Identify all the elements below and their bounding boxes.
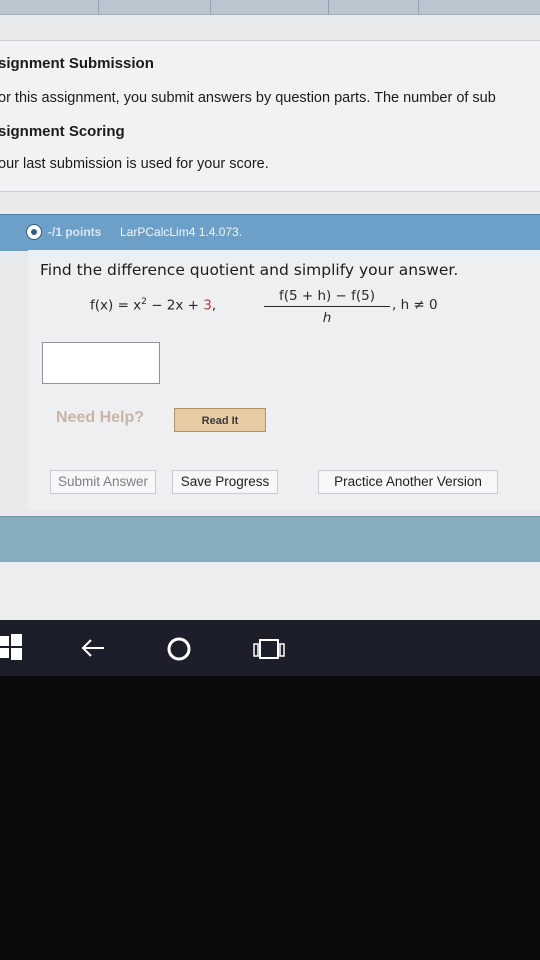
function-lhs: f(x) = x [90, 297, 142, 314]
question-body: Find the difference quotient and simplif… [28, 250, 540, 510]
need-help-label: Need Help? [56, 409, 145, 426]
fraction-denominator: h [322, 310, 332, 326]
tab-segment[interactable] [328, 0, 419, 14]
fraction-numerator: f(5 + h) − f(5) [264, 288, 390, 307]
question-source[interactable]: LarPCalcLim4 1.4.073. [120, 225, 242, 239]
assignment-info: signment Submission or this assignment, … [0, 40, 540, 192]
taskbar [0, 620, 540, 676]
submission-heading: signment Submission [0, 55, 154, 72]
h-condition: , h ≠ 0 [392, 297, 438, 313]
tab-segment[interactable] [210, 0, 329, 14]
submission-text: or this assignment, you submit answers b… [0, 90, 496, 106]
tab-segment[interactable] [98, 0, 211, 14]
scoring-text: our last submission is used for your sco… [0, 156, 269, 172]
practice-another-version-button[interactable]: Practice Another Version [318, 470, 498, 494]
function-middle: − 2x + [146, 297, 204, 314]
function-definition: f(x) = x2 − 2x + 3, [90, 297, 216, 314]
windows-start-icon[interactable] [0, 634, 22, 667]
task-view-icon[interactable] [252, 638, 286, 667]
save-progress-button[interactable]: Save Progress [172, 470, 278, 494]
cortana-circle-icon[interactable] [166, 636, 192, 667]
points-label: -/1 points [48, 225, 102, 239]
tab-segment[interactable] [0, 0, 99, 14]
question-footer-bar [0, 516, 540, 563]
submit-answer-button[interactable]: Submit Answer [50, 470, 156, 494]
question-header-bar: -/1 points LarPCalcLim4 1.4.073. [0, 214, 540, 251]
function-comma: , [211, 297, 217, 314]
question-bullet-icon [26, 224, 42, 240]
top-tab-strip [0, 0, 540, 15]
difference-quotient: f(5 + h) − f(5) h [264, 288, 390, 326]
answer-input[interactable] [42, 342, 160, 384]
scoring-heading: signment Scoring [0, 123, 125, 140]
page-bottom-area [0, 562, 540, 620]
back-arrow-icon[interactable] [80, 636, 106, 665]
function-constant: 3 [203, 297, 212, 314]
read-it-button[interactable]: Read It [174, 408, 266, 432]
browser-screen: signment Submission or this assignment, … [0, 0, 540, 620]
tab-segment[interactable] [418, 0, 540, 14]
question-prompt: Find the difference quotient and simplif… [40, 261, 459, 279]
